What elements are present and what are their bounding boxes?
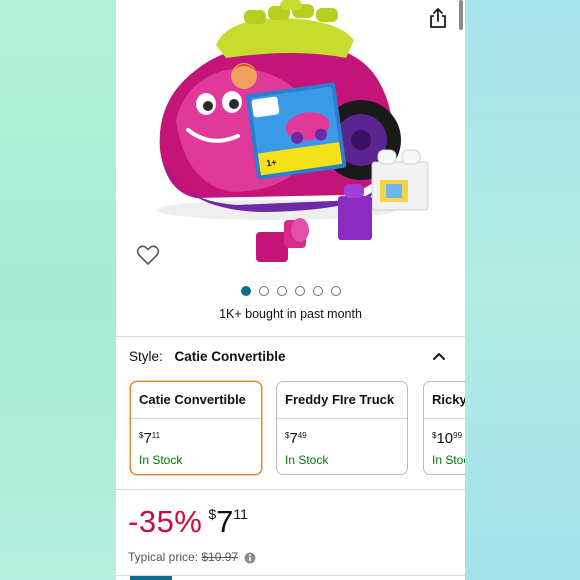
info-icon[interactable] — [244, 552, 256, 564]
chevron-up-icon — [433, 353, 445, 360]
style-selected-value: Catie Convertible — [174, 349, 286, 364]
carousel-dot[interactable] — [240, 286, 251, 296]
background-right — [465, 0, 580, 580]
wishlist-button[interactable] — [136, 244, 160, 266]
variant-card-catie-convertible[interactable]: Catie Convertible $711 In Stock — [130, 381, 262, 475]
price-fraction: 11 — [151, 431, 161, 440]
share-button[interactable] — [426, 6, 450, 30]
price-whole: 7 — [216, 504, 234, 539]
currency-symbol: $ — [139, 431, 144, 440]
variant-card-freddy-fire-truck[interactable]: Freddy FIre Truck $749 In Stock — [276, 381, 408, 475]
carousel-dot[interactable] — [276, 286, 287, 296]
divider — [116, 489, 465, 490]
bottom-tab-bar — [116, 575, 465, 580]
bought-in-past-month: 1K+ bought in past month — [219, 307, 362, 321]
deal-price: $711 — [208, 504, 248, 540]
divider — [116, 336, 465, 337]
collapse-button[interactable] — [432, 348, 446, 360]
typical-price-label: Typical price: — [128, 550, 199, 564]
discount-percent: -35% — [128, 504, 203, 539]
stock-status: In Stock — [285, 453, 329, 467]
carousel-dot[interactable] — [312, 286, 323, 296]
active-tab-indicator — [130, 576, 172, 580]
currency-symbol: $ — [285, 431, 290, 440]
variant-card-ricky[interactable]: Ricky $1099 In Stock — [423, 381, 465, 475]
carousel-dot[interactable] — [330, 286, 341, 296]
price-whole: 7 — [143, 430, 152, 447]
price-whole: 10 — [436, 430, 454, 447]
carousel-indicator — [116, 286, 465, 298]
price-whole: 7 — [289, 430, 298, 447]
currency-symbol: $ — [432, 431, 437, 440]
background-left — [0, 0, 116, 580]
variant-price: $749 — [285, 430, 307, 448]
svg-text:1+: 1+ — [266, 157, 278, 168]
variant-price: $1099 — [432, 430, 462, 448]
currency-symbol: $ — [208, 506, 217, 522]
variant-price: $711 — [139, 430, 160, 448]
toy-car-image: 1+ — [156, 0, 429, 262]
product-page: 1+ 1K+ bought in past month Style: Catie… — [116, 0, 465, 580]
share-icon — [430, 8, 446, 28]
price-fraction: 99 — [453, 431, 463, 440]
typical-price-value: $10.97 — [201, 550, 239, 564]
style-label: Style: — [129, 349, 163, 364]
variant-name: Freddy FIre Truck — [277, 382, 407, 419]
variant-name: Ricky — [424, 382, 465, 419]
stock-status: In Stock — [432, 453, 465, 467]
product-image[interactable]: 1+ — [116, 0, 465, 280]
price-fraction: 11 — [233, 506, 248, 522]
heart-icon — [136, 245, 160, 265]
carousel-dot[interactable] — [258, 286, 269, 296]
typical-price: Typical price: $10.97 — [128, 550, 256, 564]
price-fraction: 49 — [297, 431, 307, 440]
variant-name: Catie Convertible — [131, 382, 261, 419]
style-selector-header[interactable]: Style: Catie Convertible — [129, 349, 286, 364]
stock-status: In Stock — [139, 453, 183, 467]
price-block: -35% $711 — [128, 504, 248, 544]
carousel-dot[interactable] — [294, 286, 305, 296]
scrollbar[interactable] — [459, 0, 463, 30]
